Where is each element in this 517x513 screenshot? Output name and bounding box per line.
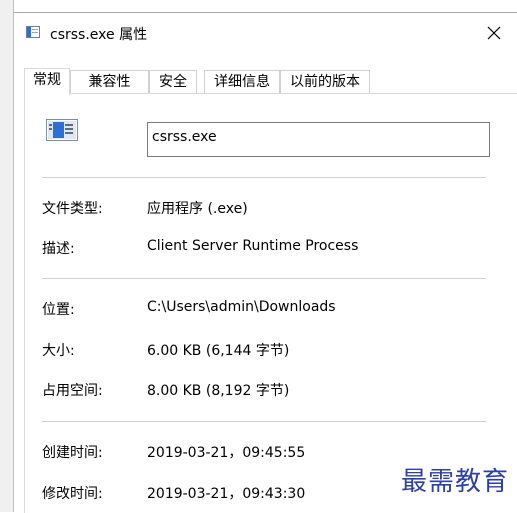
exe-file-icon — [46, 119, 78, 141]
created-value: 2019-03-21，09:45:55 — [147, 445, 306, 461]
location-value: C:\Users\admin\Downloads — [147, 299, 336, 315]
divider — [42, 278, 486, 279]
properties-dialog: csrss.exe 属性 常规 兼容性 安全 详细信息 以前的版本 — [14, 12, 517, 513]
size-value: 6.00 KB (6,144 字节) — [147, 343, 290, 359]
title-bar[interactable]: csrss.exe 属性 — [14, 13, 517, 53]
size-on-disk-label: 占用空间: — [42, 383, 103, 399]
modified-value: 2019-03-21，09:43:30 — [147, 486, 306, 502]
background-window-edge — [0, 0, 14, 512]
divider — [42, 177, 486, 178]
divider — [42, 421, 486, 422]
tab-details[interactable]: 详细信息 — [204, 70, 280, 94]
modified-label: 修改时间: — [42, 486, 103, 502]
tab-general[interactable]: 常规 — [24, 68, 70, 95]
tab-security[interactable]: 安全 — [149, 70, 197, 94]
watermark-text: 最需教育 — [400, 467, 509, 497]
description-value: Client Server Runtime Process — [147, 238, 359, 254]
location-label: 位置: — [42, 302, 75, 318]
application-icon — [26, 26, 40, 38]
file-type-value: 应用程序 (.exe) — [147, 201, 248, 217]
created-label: 创建时间: — [42, 445, 103, 461]
tab-compatibility[interactable]: 兼容性 — [70, 70, 149, 94]
size-on-disk-value: 8.00 KB (8,192 字节) — [147, 383, 290, 399]
description-label: 描述: — [42, 241, 75, 257]
close-button[interactable] — [471, 13, 517, 53]
window-title: csrss.exe 属性 — [50, 27, 148, 43]
close-icon — [487, 26, 501, 40]
tab-previous-versions[interactable]: 以前的版本 — [280, 70, 370, 94]
file-type-label: 文件类型: — [42, 201, 103, 217]
filename-input[interactable]: csrss.exe — [147, 122, 490, 157]
size-label: 大小: — [42, 343, 75, 359]
